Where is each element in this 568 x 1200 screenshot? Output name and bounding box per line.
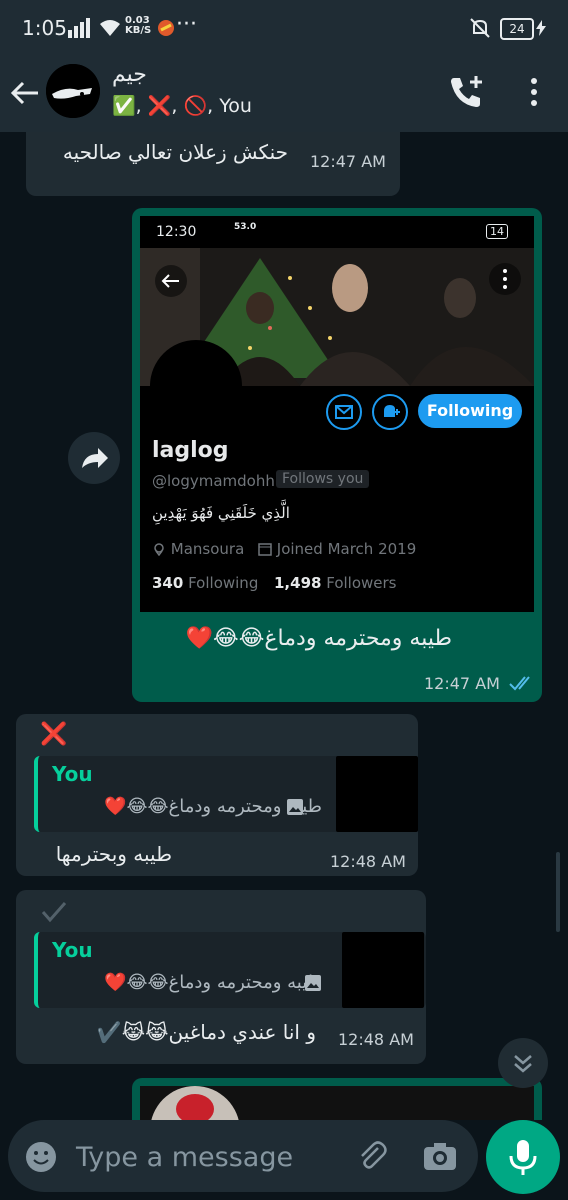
image-thumb-icon <box>287 799 303 815</box>
calendar-icon <box>258 543 272 556</box>
message-time: 12:47 AM <box>310 152 386 171</box>
message-text: طيبه وبحترمها <box>55 842 172 866</box>
wifi-icon <box>100 20 120 36</box>
net-speed: 0.03 KB/S <box>125 16 151 36</box>
incoming-reply-message[interactable]: You طيبه ومحترمه ودماغ😂😂❤️ و انا عندي دم… <box>16 890 426 1064</box>
more-notifications: ··· <box>176 12 197 37</box>
net-speed-unit: KB/S <box>125 25 152 36</box>
incoming-message[interactable]: حنكش زعلان تعالي صالحيه 12:47 AM <box>26 132 400 196</box>
following-count: 340 <box>152 574 184 592</box>
screenshot-time: 12:30 <box>156 224 197 240</box>
emoji-icon[interactable] <box>24 1140 58 1174</box>
chat-header: جيم ✅, ❌, 🚫, You <box>0 58 568 132</box>
following-button: Following <box>418 394 522 428</box>
profile-bio: الَّذِي خَلَقَنِي فَهُوَ يَهْدِينِ <box>152 504 290 522</box>
quoted-thumbnail <box>336 756 418 832</box>
app-notification-icon <box>158 20 174 36</box>
microphone-icon <box>509 1140 537 1175</box>
location-icon <box>154 543 164 557</box>
profile-location: Mansoura <box>152 540 244 558</box>
followers-label: Followers <box>326 574 397 592</box>
quoted-message[interactable]: You طيبه ومحترمه ودماغ😂😂❤️ <box>34 756 418 832</box>
screenshot-status-bar: 12:30 53.0 14 <box>140 216 534 248</box>
signal-icon <box>68 18 90 38</box>
avatar-image <box>46 64 100 118</box>
quoted-sender: You <box>52 762 93 786</box>
profile-name: laglog <box>152 438 229 463</box>
message-input-bar[interactable]: Type a message <box>8 1120 478 1192</box>
scroll-to-bottom-button[interactable] <box>498 1038 548 1088</box>
charging-icon <box>536 20 546 36</box>
quoted-message[interactable]: You طيبه ومحترمه ودماغ😂😂❤️ <box>34 932 426 1008</box>
message-input[interactable]: Type a message <box>76 1142 293 1173</box>
incoming-reply-message[interactable]: ❌ You طيبه ومحترمه ودماغ😂😂❤️ طيبه وبحترم… <box>16 714 418 876</box>
screenshot-net: 53.0 <box>234 222 257 232</box>
image-thumb-icon <box>305 975 321 991</box>
attach-icon[interactable] <box>354 1138 390 1174</box>
message-text: حنكش زعلان تعالي صالحيه <box>62 140 288 164</box>
check-mark-icon <box>41 902 67 923</box>
battery-icon: 24 <box>500 18 534 40</box>
status-bar: 1:05 0.03 KB/S ··· 24 <box>0 0 568 58</box>
chat-title[interactable]: جيم <box>112 62 147 87</box>
double-chevron-down-icon <box>514 1055 532 1073</box>
camera-icon[interactable] <box>422 1140 458 1172</box>
chat-area[interactable]: حنكش زعلان تعالي صالحيه 12:47 AM 12:30 5… <box>0 132 568 1120</box>
back-arrow-icon[interactable] <box>8 76 42 110</box>
following-label: Following <box>188 574 259 592</box>
screenshot-battery: 14 <box>486 224 508 239</box>
location-text: Mansoura <box>170 540 245 558</box>
outgoing-image-message[interactable]: 12:30 53.0 14 Following laglog @logymamd… <box>132 208 542 702</box>
profile-joined: Joined March 2019 <box>258 540 416 558</box>
read-receipt-icon <box>509 676 530 691</box>
message-time: 12:48 AM <box>330 852 406 871</box>
profile-handle: @logymamdohh <box>152 472 275 490</box>
scrollbar[interactable] <box>556 852 560 932</box>
forward-icon <box>82 448 108 468</box>
forward-button[interactable] <box>68 432 120 484</box>
quoted-sender: You <box>52 938 93 962</box>
joined-text: Joined March 2019 <box>276 540 417 558</box>
chat-participants[interactable]: ✅, ❌, 🚫, You <box>112 94 252 117</box>
overflow-menu-icon[interactable] <box>514 72 554 112</box>
attached-screenshot[interactable]: 12:30 53.0 14 Following laglog @logymamd… <box>140 216 534 612</box>
image-caption: طيبه ومحترمه ودماغ😂😂❤️ <box>185 626 452 651</box>
reaction-cross: ❌ <box>40 722 68 747</box>
screenshot-more-icon <box>489 263 521 295</box>
profile-avatar <box>150 340 242 432</box>
message-text: و انا عندي دماغين😹😹✔️ <box>96 1020 316 1044</box>
quoted-thumbnail <box>342 932 424 1008</box>
message-time: 12:48 AM <box>338 1030 414 1049</box>
followers-count: 1,498 <box>274 574 322 592</box>
quoted-text: طيبه ومحترمه ودماغ😂😂❤️ <box>104 972 322 993</box>
followers-stat: 1,498 Followers <box>274 574 397 592</box>
add-call-icon[interactable] <box>446 72 486 112</box>
voice-message-button[interactable] <box>486 1120 560 1194</box>
outgoing-message-partial[interactable] <box>132 1078 542 1120</box>
partial-avatar-figure <box>176 1094 214 1120</box>
follows-you-badge: Follows you <box>276 470 370 488</box>
mute-icon <box>470 18 490 38</box>
group-avatar[interactable] <box>46 64 100 118</box>
notify-button <box>372 394 408 430</box>
message-button <box>326 394 362 430</box>
screenshot-back-icon <box>155 265 187 297</box>
bell-plus-icon <box>384 405 400 417</box>
message-time: 12:47 AM <box>424 674 500 693</box>
following-stat: 340 Following <box>152 574 258 592</box>
mail-icon <box>335 405 353 419</box>
status-time: 1:05 <box>22 16 67 40</box>
